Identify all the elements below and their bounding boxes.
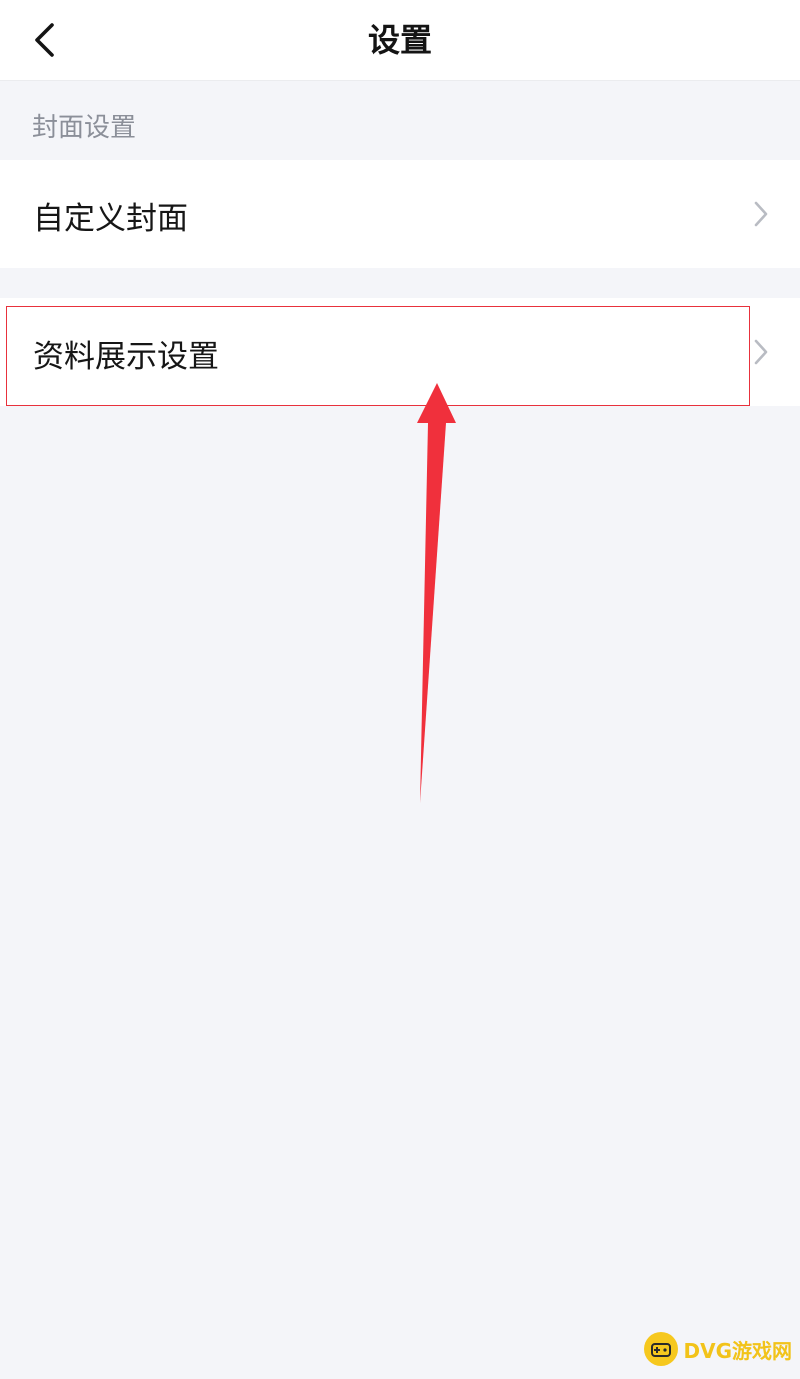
top-navigation-bar: 设置	[0, 0, 800, 81]
chevron-right-icon	[754, 339, 768, 365]
gamepad-logo-icon	[643, 1332, 678, 1366]
custom-cover-label: 自定义封面	[33, 201, 188, 237]
chevron-left-icon	[35, 23, 54, 57]
page-title: 设置	[367, 21, 432, 59]
back-button[interactable]	[22, 14, 66, 66]
profile-display-settings-item[interactable]: 资料展示设置	[0, 298, 800, 406]
section-label-cover-settings: 封面设置	[32, 113, 137, 143]
chevron-right-icon	[754, 201, 768, 227]
watermark: DVG游戏网	[643, 1331, 793, 1367]
watermark-text: DVG游戏网	[683, 1338, 793, 1363]
profile-display-settings-label: 资料展示设置	[33, 339, 219, 375]
custom-cover-item[interactable]: 自定义封面	[0, 160, 800, 268]
